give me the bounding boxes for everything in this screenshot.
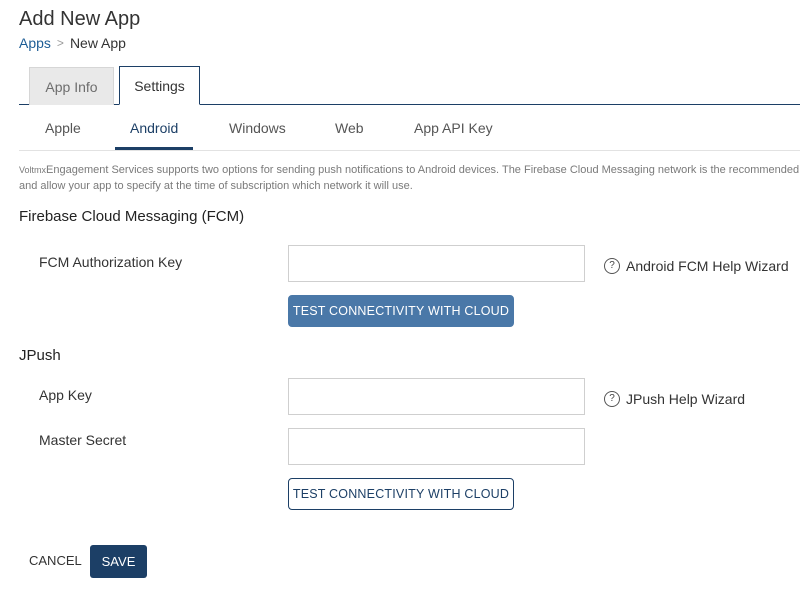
platform-subtabs: Apple Android Windows Web App API Key — [19, 108, 800, 151]
jpush-app-key-label: App Key — [39, 387, 92, 403]
tab-settings[interactable]: Settings — [119, 66, 200, 105]
subtab-android[interactable]: Android — [130, 120, 178, 136]
page-title: Add New App — [19, 8, 141, 30]
breadcrumb-current: New App — [69, 35, 126, 51]
brand-name: Voltmx — [19, 165, 47, 175]
subtab-windows[interactable]: Windows — [229, 120, 286, 136]
android-fcm-help-wizard-link[interactable]: ? Android FCM Help Wizard — [604, 258, 789, 274]
chevron-right-icon: > — [56, 36, 64, 50]
subtab-web[interactable]: Web — [335, 120, 364, 136]
question-circle-icon: ? — [604, 391, 620, 407]
cancel-button[interactable]: CANCEL — [29, 553, 82, 568]
active-subtab-indicator — [115, 147, 193, 150]
jpush-help-label: JPush Help Wizard — [626, 391, 746, 407]
subtab-apple[interactable]: Apple — [45, 120, 81, 136]
breadcrumb: Apps > New App — [19, 35, 126, 51]
description-line-1: Engagement Services supports two options… — [46, 164, 800, 176]
jpush-test-connectivity-button[interactable]: TEST CONNECTIVITY WITH CLOUD — [288, 478, 514, 510]
add-new-app-page: Add New App Apps > New App App Info Sett… — [0, 0, 800, 596]
jpush-section-title: JPush — [19, 347, 61, 364]
fcm-auth-key-label: FCM Authorization Key — [39, 254, 183, 270]
android-fcm-help-label: Android FCM Help Wizard — [626, 258, 789, 274]
jpush-master-secret-input[interactable] — [288, 428, 585, 465]
jpush-app-key-input[interactable] — [288, 378, 585, 415]
description-line-2: and allow your app to specify at the tim… — [19, 180, 413, 192]
subtab-app-api-key[interactable]: App API Key — [414, 120, 493, 136]
android-push-description: VoltmxEngagement Services supports two o… — [19, 162, 800, 194]
question-circle-icon: ? — [604, 258, 620, 274]
fcm-section-title: Firebase Cloud Messaging (FCM) — [19, 208, 245, 225]
fcm-test-connectivity-button[interactable]: TEST CONNECTIVITY WITH CLOUD — [288, 295, 514, 327]
breadcrumb-apps-link[interactable]: Apps — [19, 35, 51, 51]
tab-app-info[interactable]: App Info — [29, 67, 114, 105]
save-button[interactable]: SAVE — [90, 545, 147, 578]
jpush-master-secret-label: Master Secret — [39, 432, 127, 448]
fcm-auth-key-input[interactable] — [288, 245, 585, 282]
jpush-help-wizard-link[interactable]: ? JPush Help Wizard — [604, 391, 745, 407]
